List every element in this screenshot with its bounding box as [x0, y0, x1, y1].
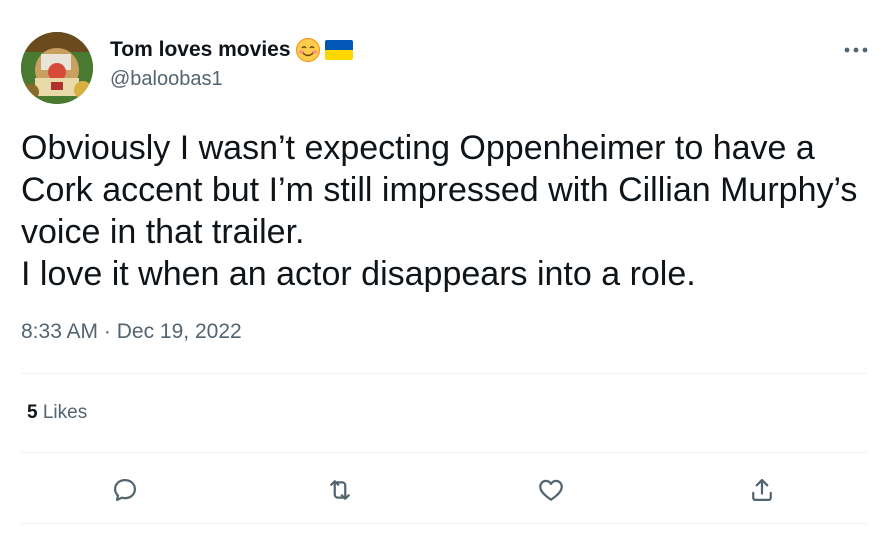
tweet-date: Dec 19, 2022 — [116, 320, 242, 343]
avatar-image — [21, 32, 93, 104]
tweet-timestamp[interactable]: 8:33 AM · Dec 19, 2022 — [21, 320, 242, 344]
likes-count: 5 — [27, 402, 38, 423]
reply-icon — [113, 478, 137, 502]
like-button[interactable] — [533, 472, 569, 508]
display-name[interactable]: Tom loves movies — [110, 38, 291, 62]
display-name-row: Tom loves movies — [110, 36, 353, 64]
retweet-icon — [330, 480, 350, 500]
retweet-button[interactable] — [322, 472, 358, 508]
heart-icon — [539, 479, 563, 501]
avatar[interactable] — [21, 32, 93, 104]
divider — [21, 452, 867, 453]
divider — [21, 523, 867, 524]
tweet-time: 8:33 AM — [21, 320, 99, 343]
more-dots-icon — [844, 47, 868, 53]
meta-separator: · — [103, 320, 111, 343]
more-options-button[interactable] — [838, 38, 874, 62]
likes-label: Likes — [42, 402, 88, 423]
tweet-text: Obviously I wasn’t expecting Oppenheimer… — [21, 129, 858, 293]
ukraine-flag-icon — [324, 40, 353, 60]
likes-stat[interactable]: 5 Likes — [27, 402, 87, 424]
author-block: Tom loves movies @baloobas1 — [110, 36, 353, 91]
user-handle[interactable]: @baloobas1 — [110, 68, 353, 91]
reply-button[interactable] — [107, 472, 143, 508]
share-icon — [752, 478, 772, 502]
divider — [21, 373, 867, 374]
smiling-face-with-smiling-eyes-icon — [295, 37, 321, 63]
share-button[interactable] — [744, 472, 780, 508]
tweet-card: Tom loves movies @baloobas1 Obviously I … — [0, 0, 887, 535]
